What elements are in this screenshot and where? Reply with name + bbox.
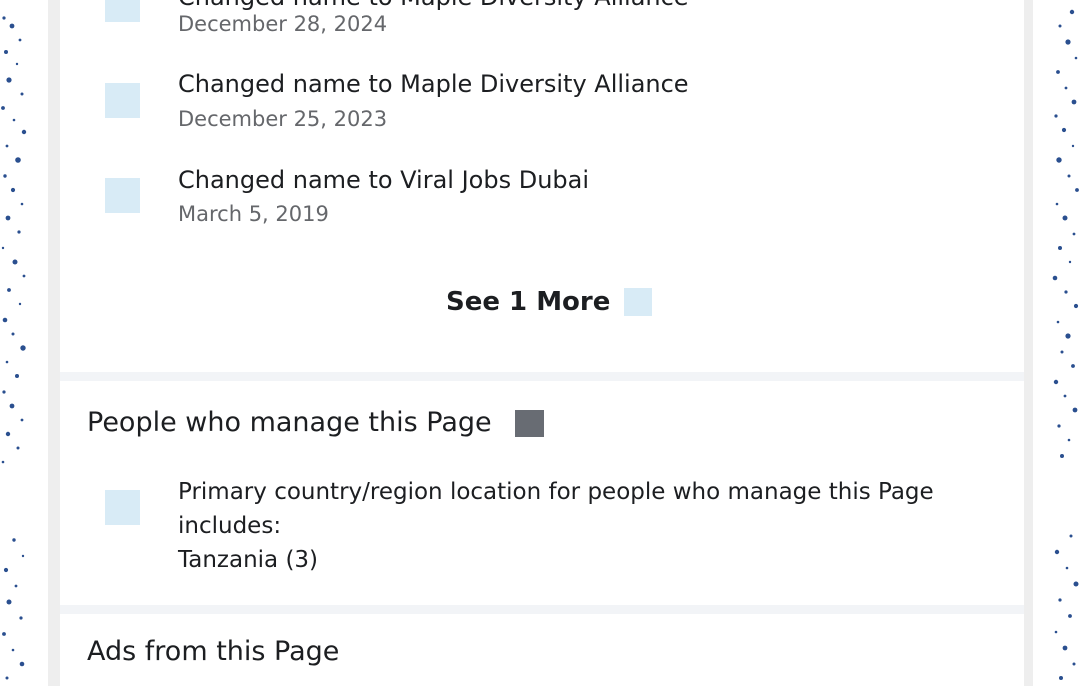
history-entry-date: March 5, 2019 [178, 202, 329, 226]
history-entry-date: December 25, 2023 [178, 107, 388, 131]
manager-location-value: Tanzania (3) [178, 547, 319, 573]
managers-heading: People who manage this Page [87, 407, 492, 438]
info-icon[interactable] [515, 410, 544, 437]
decorative-border-right [1052, 0, 1080, 686]
page-transparency-card: Changed name to Maple Diversity Alliance… [60, 0, 1024, 686]
chevron-down-icon [624, 288, 653, 316]
see-more-label: See 1 More [446, 287, 611, 317]
name-change-icon [105, 178, 140, 213]
location-pin-icon [105, 490, 140, 525]
history-entry-date: December 28, 2024 [178, 12, 388, 36]
see-more-button[interactable]: See 1 More [446, 284, 653, 320]
name-change-icon [105, 0, 140, 22]
history-entry-title: Changed name to Maple Diversity Alliance [178, 70, 689, 98]
page-history-section: Changed name to Maple Diversity Alliance… [60, 0, 1024, 372]
manager-location-text: Primary country/region location for peop… [178, 475, 998, 577]
decorative-border-left [0, 0, 28, 686]
manager-location-label: Primary country/region location for peop… [178, 479, 934, 539]
ads-heading: Ads from this Page [87, 636, 340, 667]
name-change-icon [105, 83, 140, 118]
history-entry-title: Changed name to Viral Jobs Dubai [178, 166, 590, 194]
